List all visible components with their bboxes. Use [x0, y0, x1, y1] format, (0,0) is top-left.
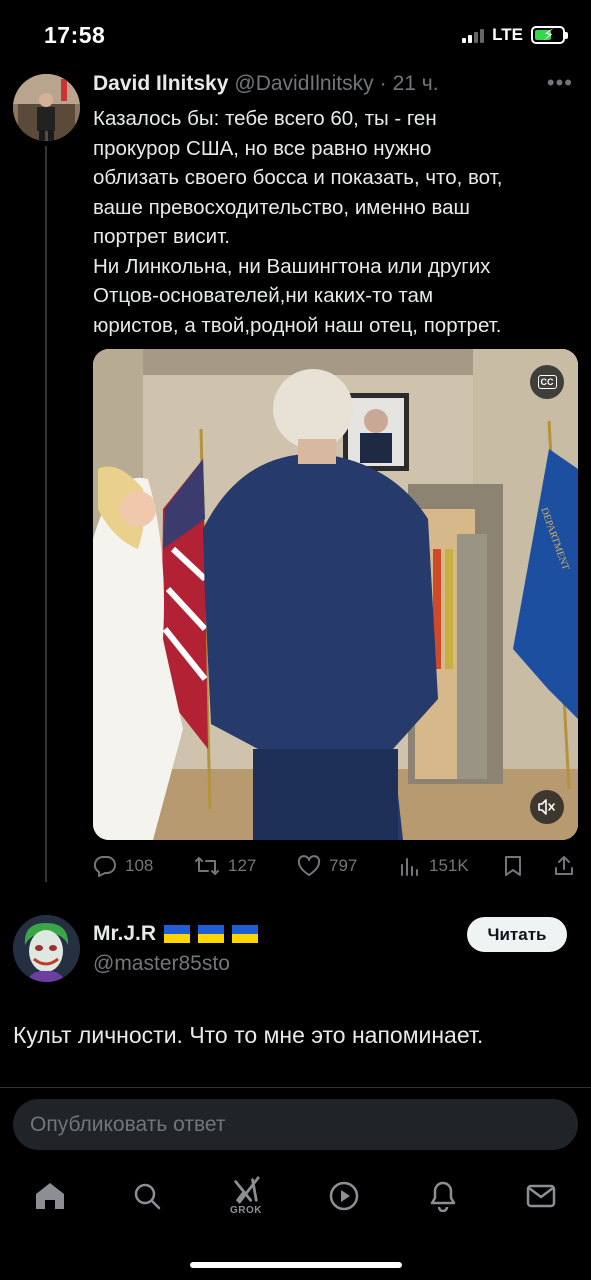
tweet-text-line: Отцов-основателей,ни каких-то там — [93, 284, 434, 307]
search-icon — [134, 1183, 161, 1210]
tab-search[interactable] — [127, 1176, 167, 1216]
tweet-actions: 108 127 797 151K — [93, 852, 578, 882]
battery-icon: ⚡ — [531, 26, 568, 44]
meta-separator: · — [379, 72, 387, 95]
tweet-text-line: юристов, а твой,родной наш отец, портрет… — [93, 313, 502, 337]
bookmark-button[interactable] — [503, 855, 523, 877]
messages-icon — [526, 1184, 556, 1208]
tweet-text-line: Ни Линкольна, ни Вашингтона или других — [93, 254, 491, 278]
tab-notifications[interactable] — [423, 1176, 463, 1216]
author-handle[interactable]: @DavidIlnitsky — [234, 72, 373, 96]
tweet-header: David Ilnitsky @DavidIlnitsky · 21 ч. — [93, 72, 439, 96]
grok-icon — [234, 1176, 260, 1204]
tweet-text: Казалось бы: тебе всего 60, ты - ген про… — [93, 104, 573, 340]
reply-text: Культ личности. Что то мне это напоминае… — [13, 1022, 484, 1048]
tab-grok[interactable]: GROK — [226, 1176, 266, 1216]
author-avatar[interactable] — [13, 74, 80, 141]
views-chart-icon — [401, 858, 418, 876]
charging-bolt-icon: ⚡ — [543, 27, 555, 44]
video-frame: DEPARTMENT — [93, 349, 578, 840]
tweet-text-line: ваше превосходительство, именно ваш — [93, 195, 471, 219]
reply-author-handle[interactable]: @master85sto — [93, 952, 230, 976]
like-count: 797 — [329, 856, 358, 875]
reply-author-row: Mr.J.R — [93, 922, 259, 946]
reply-count: 108 — [125, 856, 154, 875]
bookmark-icon — [505, 856, 521, 876]
repost-count: 127 — [228, 856, 257, 875]
ukraine-flag-icon — [198, 925, 225, 943]
share-button[interactable] — [553, 854, 575, 876]
ellipsis-icon: ••• — [546, 70, 573, 95]
status-time: 17:58 — [44, 22, 106, 48]
views-button[interactable]: 151K — [399, 855, 469, 877]
mute-button[interactable] — [530, 790, 564, 824]
tab-messages[interactable] — [521, 1176, 561, 1216]
ukraine-flag-icon — [164, 925, 191, 943]
thread-connector-line — [45, 146, 47, 882]
status-bar: 17:58 LTE ⚡ — [0, 0, 591, 68]
divider — [0, 1087, 591, 1088]
grok-label: GROK — [230, 1205, 262, 1216]
reply-icon — [93, 855, 116, 877]
tweet-video[interactable]: DEPARTMENT CC — [93, 349, 578, 840]
tab-home[interactable] — [30, 1176, 70, 1216]
network-type: LTE — [492, 25, 523, 44]
cellular-signal-icon — [462, 27, 485, 43]
share-icon — [555, 856, 573, 875]
bottom-tab-bar: GROK — [0, 1168, 591, 1228]
tweet-text-line: облизать своего босса и показать, что, в… — [93, 166, 503, 189]
captions-button[interactable]: CC — [530, 365, 564, 399]
status-indicators: LTE ⚡ — [462, 25, 568, 45]
repost-button[interactable]: 127 — [194, 855, 256, 877]
reply-author-name[interactable]: Mr.J.R — [93, 922, 156, 946]
tab-video[interactable] — [324, 1176, 364, 1216]
reply-input[interactable]: Опубликовать ответ — [13, 1099, 578, 1150]
speaker-muted-icon — [538, 799, 555, 815]
reply-input-placeholder: Опубликовать ответ — [30, 1112, 226, 1136]
like-button[interactable]: 797 — [297, 855, 357, 877]
tweet-text-line: Казалось бы: тебе всего 60, ты - ген — [93, 107, 437, 130]
repost-icon — [195, 857, 219, 875]
heart-icon — [297, 855, 321, 876]
reply-button[interactable]: 108 — [93, 855, 153, 877]
home-indicator[interactable] — [190, 1262, 402, 1268]
reply-author-avatar[interactable] — [13, 915, 80, 982]
tweet-text-line: портрет висит. — [93, 225, 230, 248]
views-count: 151K — [429, 856, 469, 875]
more-options-button[interactable]: ••• — [547, 70, 573, 96]
cc-icon: CC — [537, 375, 557, 389]
ukraine-flag-icon — [232, 925, 259, 943]
tweet-text-line: прокурор США, но все равно нужно — [93, 136, 432, 160]
home-icon — [36, 1183, 64, 1209]
follow-button[interactable]: Читать — [467, 917, 567, 952]
video-icon — [329, 1181, 359, 1211]
author-name[interactable]: David Ilnitsky — [93, 72, 228, 96]
tweet-time[interactable]: 21 ч. — [393, 72, 439, 96]
notifications-icon — [430, 1181, 456, 1212]
